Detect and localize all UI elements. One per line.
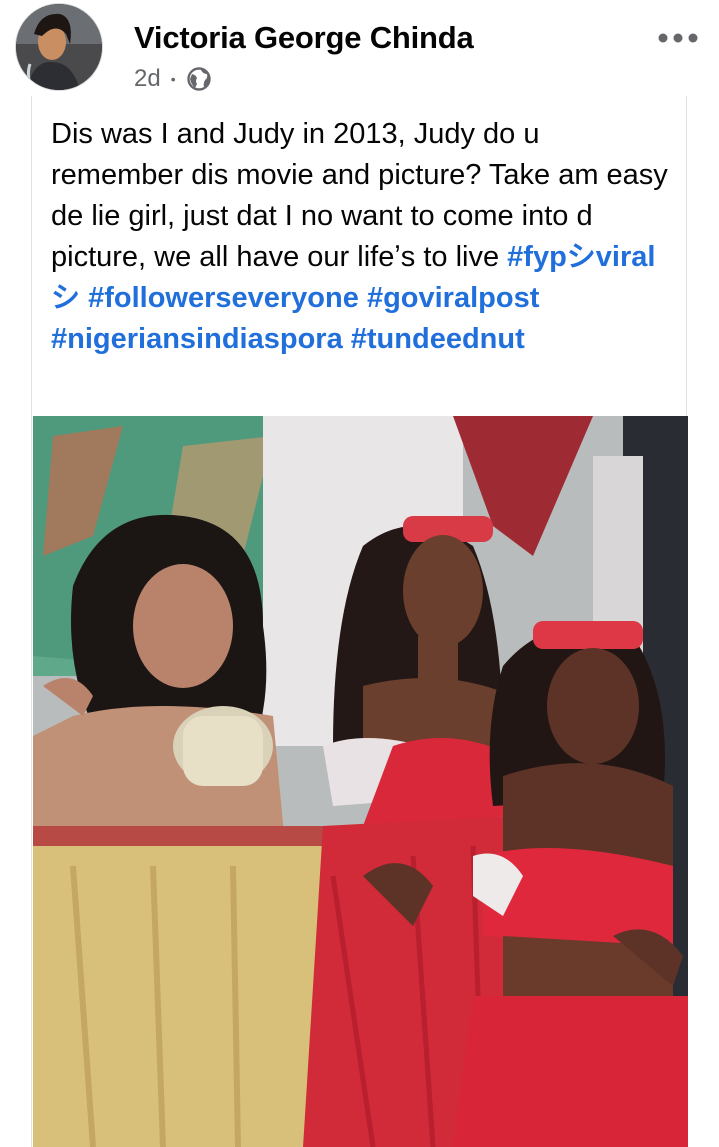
avatar-image bbox=[16, 4, 102, 90]
photo-image bbox=[33, 416, 688, 1147]
meta-separator: • bbox=[170, 71, 176, 87]
post-time[interactable]: 2d bbox=[134, 65, 161, 93]
more-options-icon[interactable] bbox=[657, 26, 699, 50]
post-photo[interactable] bbox=[33, 416, 688, 1147]
author-name[interactable]: Victoria George Chinda bbox=[134, 20, 474, 56]
hashtag-link[interactable]: #nigeriansindiaspora bbox=[51, 323, 343, 355]
hashtag-link[interactable]: #followerseveryone bbox=[88, 282, 359, 314]
hashtag-link[interactable]: #goviralpost bbox=[367, 282, 539, 314]
post-header: Victoria George Chinda 2d • bbox=[0, 0, 719, 110]
globe-icon bbox=[186, 66, 212, 92]
author-avatar[interactable] bbox=[16, 4, 102, 90]
hashtag-link[interactable]: #tundeednut bbox=[351, 323, 525, 355]
post-meta: 2d • bbox=[134, 64, 212, 94]
post-text: Dis was I and Judy in 2013, Judy do u re… bbox=[51, 114, 671, 360]
